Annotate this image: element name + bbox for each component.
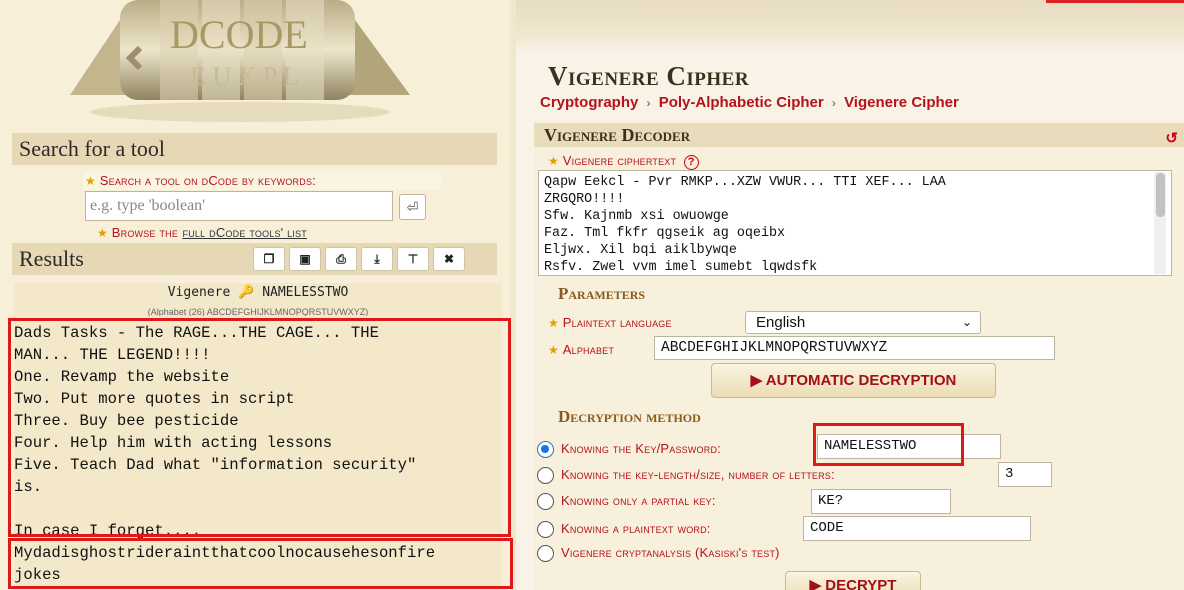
plaintext-language-value: English [756, 314, 806, 331]
pin-icon[interactable]: ⊤ [397, 247, 429, 271]
plaintext-word-input[interactable]: CODE [803, 516, 1031, 541]
decoder-heading: Vigenere Decoder ↺ [534, 123, 1184, 147]
highlight-box-result-text [8, 318, 511, 537]
method-option-partial-key[interactable]: Knowing only a partial key: [537, 490, 716, 512]
ciphertext-label-text: Vigenere ciphertext [562, 153, 677, 168]
key-icon: 🔑 [238, 285, 255, 300]
automatic-decryption-button[interactable]: ▶ AUTOMATIC DECRYPTION [711, 363, 996, 398]
alphabet-label-text: Alphabet [562, 342, 615, 357]
breadcrumb-poly-alphabetic[interactable]: Poly-Alphabetic Cipher [659, 94, 824, 111]
results-toolbar: ❐ ▣ ⎙ ⤓ ⊤ ✖ [253, 247, 465, 271]
method-option-key[interactable]: Knowing the Key/Password: [537, 438, 721, 460]
left-sidebar: DCODE E U X P L Search for a tool ★ Searc… [0, 0, 513, 590]
radio-plaintext-word[interactable] [537, 520, 554, 538]
search-label: ★ Search a tool on dCode by keywords: [83, 171, 441, 190]
copy-icon[interactable]: ❐ [253, 247, 285, 271]
dcode-logo[interactable]: DCODE E U X P L [50, 0, 430, 125]
radio-key-length[interactable] [537, 466, 554, 484]
decryption-method-heading: Decryption method [558, 407, 701, 426]
print-icon[interactable]: ⎙ [325, 247, 357, 271]
breadcrumb: Cryptography › Poly-Alphabetic Cipher › … [540, 94, 959, 111]
result-key: NAMELESSTWO [262, 285, 349, 300]
parameters-heading: Parameters [558, 284, 646, 303]
highlight-box-key [813, 423, 964, 466]
header-banner [516, 0, 1184, 52]
full-tools-list-link[interactable]: full dCode tools' list [183, 225, 307, 240]
method-partial-key-label: Knowing only a partial key: [561, 493, 716, 508]
close-icon[interactable]: ✖ [433, 247, 465, 271]
star-icon: ★ [85, 174, 96, 188]
search-input[interactable]: e.g. type 'boolean' [85, 191, 393, 221]
breadcrumb-separator: › [646, 96, 651, 110]
enter-icon[interactable]: ⏎ [399, 194, 426, 220]
radio-kasiski[interactable] [537, 544, 554, 562]
star-icon: ★ [97, 226, 108, 240]
browse-prefix: Browse the [111, 225, 179, 240]
method-option-plaintext-word[interactable]: Knowing a plaintext word: [537, 518, 711, 540]
save-icon[interactable]: ▣ [289, 247, 321, 271]
ciphertext-scroll-thumb[interactable] [1156, 173, 1165, 217]
svg-text:E U X P L: E U X P L [190, 62, 299, 91]
highlight-box-secret-line [8, 538, 513, 589]
plaintext-language-select[interactable]: English ⌄ [745, 311, 981, 334]
method-option-key-length[interactable]: Knowing the key-length/size, number of l… [537, 464, 835, 486]
method-key-label: Knowing the Key/Password: [561, 441, 721, 456]
radio-key[interactable] [537, 440, 554, 458]
breadcrumb-cryptography[interactable]: Cryptography [540, 94, 638, 111]
result-title: Vigenere 🔑 NAMELESSTWO [14, 285, 502, 300]
search-heading: Search for a tool [12, 133, 497, 165]
plaintext-language-label-text: Plaintext language [562, 315, 672, 330]
search-label-text: Search a tool on dCode by keywords: [99, 173, 316, 188]
ciphertext-label: ★ Vigenere ciphertext ? [548, 153, 699, 170]
decrypt-button[interactable]: ▶ DECRYPT [785, 571, 921, 590]
breadcrumb-vigenere[interactable]: Vigenere Cipher [844, 94, 959, 111]
star-icon: ★ [548, 316, 559, 330]
partial-key-input[interactable]: KE? [811, 489, 951, 514]
header-accent-line [1046, 0, 1184, 3]
alphabet-input[interactable]: ABCDEFGHIJKLMNOPQRSTUVWXYZ [654, 336, 1055, 360]
decoder-heading-text: Vigenere Decoder [544, 125, 691, 145]
browse-tools-line: ★ Browse the full dCode tools' list [97, 223, 307, 242]
page-title: Vigenere Cipher [548, 61, 750, 91]
reload-icon[interactable]: ↺ [1165, 127, 1178, 151]
key-length-input[interactable]: 3 [998, 462, 1052, 487]
ciphertext-textarea[interactable]: Qapw Eekcl - Pvr RMKP...XZW VWUR... TTI … [538, 170, 1172, 276]
star-icon: ★ [548, 154, 559, 168]
radio-partial-key[interactable] [537, 492, 554, 510]
breadcrumb-separator: › [831, 96, 836, 110]
method-plaintext-word-label: Knowing a plaintext word: [561, 521, 711, 536]
method-key-length-label: Knowing the key-length/size, number of l… [561, 467, 835, 482]
method-option-kasiski[interactable]: Vigenere cryptanalysis (Kasiski's test) [537, 542, 780, 564]
result-method: Vigenere [167, 285, 231, 300]
download-icon[interactable]: ⤓ [361, 247, 393, 271]
star-icon: ★ [548, 343, 559, 357]
alphabet-label: ★ Alphabet [548, 341, 614, 359]
result-subtitle: (Alphabet (26) ABCDEFGHIJKLMNOPQRSTUVWXY… [147, 307, 369, 316]
plaintext-language-label: ★ Plaintext language [548, 314, 672, 332]
help-icon[interactable]: ? [683, 155, 699, 170]
logo-text: DCODE [170, 12, 308, 57]
method-kasiski-label: Vigenere cryptanalysis (Kasiski's test) [561, 545, 780, 560]
chevron-down-icon: ⌄ [961, 315, 972, 329]
